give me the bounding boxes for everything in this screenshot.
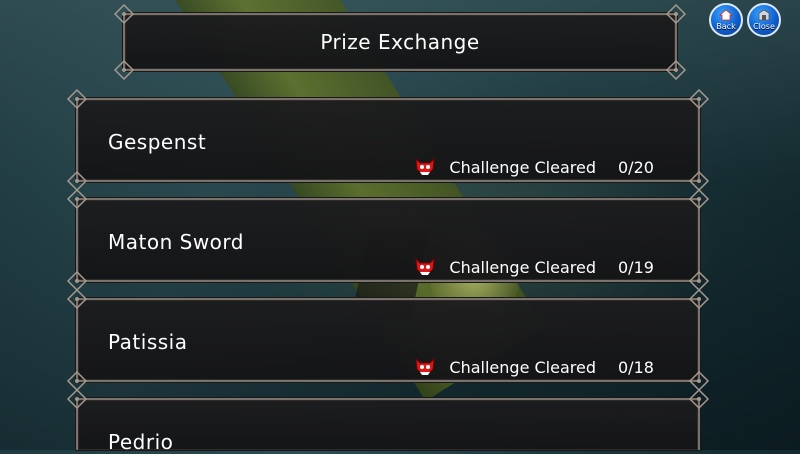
frame-corner-ornament bbox=[66, 88, 88, 110]
challenge-count: 0/18 bbox=[618, 357, 654, 377]
demon-face-icon bbox=[415, 157, 436, 175]
list-item[interactable]: Gespenst Challenge Cleared 0/20 bbox=[66, 88, 710, 192]
home-icon bbox=[719, 9, 733, 21]
item-name: Gespenst bbox=[108, 130, 207, 154]
door-icon bbox=[758, 9, 770, 21]
challenge-count: 0/20 bbox=[618, 157, 654, 177]
back-button[interactable]: Back bbox=[709, 3, 743, 37]
demon-face-icon bbox=[415, 357, 436, 375]
frame-corner-ornament bbox=[688, 388, 710, 410]
frame-corner-ornament bbox=[688, 88, 710, 110]
item-name: Patissia bbox=[108, 330, 188, 354]
item-name: Maton Sword bbox=[108, 230, 244, 254]
demon-face-icon bbox=[415, 257, 436, 275]
frame-corner-ornament bbox=[66, 188, 88, 210]
challenge-label: Challenge Cleared bbox=[449, 357, 596, 377]
challenge-status: Challenge Cleared 0/18 bbox=[413, 354, 658, 380]
challenge-status: Challenge Cleared 0/20 bbox=[413, 154, 658, 180]
back-label: Back bbox=[716, 22, 736, 31]
close-label: Close bbox=[753, 22, 775, 31]
frame-corner-ornament bbox=[66, 288, 88, 310]
list-item[interactable]: Pedrio bbox=[66, 388, 710, 454]
item-name: Pedrio bbox=[108, 430, 174, 454]
close-button[interactable]: Close bbox=[747, 3, 781, 37]
challenge-status: Challenge Cleared 0/19 bbox=[413, 254, 658, 280]
challenge-label: Challenge Cleared bbox=[449, 157, 596, 177]
title-bar: Prize Exchange bbox=[113, 3, 687, 81]
list-item[interactable]: Maton Sword Challenge Cleared 0/19 bbox=[66, 188, 710, 292]
frame-corner-ornament bbox=[688, 188, 710, 210]
frame-corner-ornament bbox=[66, 388, 88, 410]
challenge-label: Challenge Cleared bbox=[449, 257, 596, 277]
frame-corner-ornament bbox=[688, 288, 710, 310]
page-title: Prize Exchange bbox=[320, 30, 480, 54]
list-item[interactable]: Patissia Challenge Cleared 0/18 bbox=[66, 288, 710, 392]
challenge-count: 0/19 bbox=[618, 257, 654, 277]
